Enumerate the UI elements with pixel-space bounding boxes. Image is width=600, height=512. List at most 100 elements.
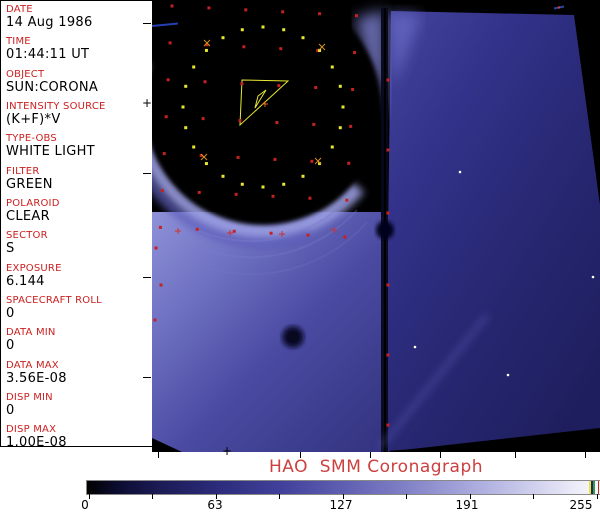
reseau-dot [386, 283, 390, 287]
metadata-field: TYPE-OBS WHITE LIGHT [6, 131, 150, 163]
field-label: DATE [6, 4, 33, 15]
field-label: SPACECRAFT ROLL [6, 295, 102, 307]
field-value: 1.00E-08 [6, 435, 67, 451]
limb-dot [301, 36, 305, 40]
colorbar-tick [279, 494, 280, 499]
reseau-dot [306, 233, 310, 237]
limb-dot [192, 65, 196, 69]
reseau-dot [354, 14, 358, 18]
field-label: EXPOSURE [6, 262, 62, 274]
metadata-field: DATA MAX 3.56E-08 [6, 358, 150, 390]
reseau-dot [201, 117, 205, 121]
reseau-dot [386, 423, 390, 427]
field-label: DISP MIN [6, 392, 53, 404]
reseau-dot [308, 196, 312, 200]
metadata-panel: DATE 14 Aug 1986 TIME 01:44:11 UT OBJECT SUN:… [0, 0, 152, 450]
reseau-dot [203, 80, 207, 84]
sidebar-divider [0, 446, 152, 447]
red-speck-top [557, 6, 561, 9]
bottom-axis-tick [300, 452, 301, 458]
reseau-dot [244, 8, 248, 12]
star-speck [458, 170, 462, 174]
metadata-field: TIME 01:44:11 UT [6, 34, 150, 66]
reseau-dot [240, 82, 244, 86]
limb-dot [282, 28, 286, 32]
limb-dot [338, 126, 342, 130]
reseau-dot [386, 353, 390, 357]
reseau-dot [162, 152, 166, 156]
limb-dot [261, 185, 265, 189]
bottom-axis-tick [515, 452, 516, 458]
metadata-field: DATA MIN 0 [6, 325, 150, 357]
limb-dot [330, 65, 334, 69]
reseau-dot [271, 194, 275, 198]
field-label: FILTER [6, 165, 40, 177]
field-value: 01:44:11 UT [6, 47, 90, 63]
reseau-dot [197, 190, 201, 194]
seam-blob [376, 221, 394, 239]
colorbar-tick [152, 494, 153, 499]
limb-dot [301, 174, 305, 178]
field-label: OBJECT [6, 68, 45, 80]
right-panel [385, 11, 600, 451]
reseau-dot [353, 51, 357, 55]
star-speck [591, 275, 595, 279]
metadata-field: SECTOR S [6, 228, 150, 260]
metadata-field: FILTER GREEN [6, 164, 150, 196]
metadata-fields: DATE 14 Aug 1986 TIME 01:44:11 UT OBJECT SUN:… [6, 2, 150, 455]
reseau-dot [164, 115, 168, 119]
field-value: 0 [6, 338, 15, 354]
reseau-dot [166, 78, 170, 82]
limb-dot [204, 48, 208, 52]
reseau-dot [310, 159, 314, 163]
reseau-dot [242, 45, 246, 49]
reseau-dot [386, 148, 390, 152]
limb-dot [184, 126, 188, 130]
field-value: GREEN [6, 176, 53, 192]
reseau-dot [275, 120, 279, 124]
limb-dot [341, 105, 345, 109]
limb-dot [240, 28, 244, 32]
limb-dot [240, 182, 244, 186]
reseau-dot [314, 86, 318, 90]
coronagraph-render [122, 0, 600, 452]
metadata-field: POLAROID CLEAR [6, 196, 150, 228]
colorbar-tick-label: 0 [81, 498, 89, 512]
colorbar-tick-label: 191 [455, 498, 479, 512]
field-label: TIME [6, 36, 31, 48]
field-value: S [6, 241, 15, 257]
field-value: 6.144 [6, 273, 45, 289]
reseau-dot [273, 157, 277, 161]
reseau-dot [234, 192, 238, 196]
reseau-dot [347, 161, 351, 165]
reseau-dot [232, 229, 236, 233]
field-value: SUN:CORONA [6, 79, 99, 95]
reseau-dot [207, 6, 211, 10]
field-value: 0 [6, 403, 15, 419]
field-label: SECTOR [6, 230, 48, 242]
bottom-axis-tick [440, 452, 441, 458]
dust-blob-core [287, 331, 299, 343]
bottom-axis-plus-mark: + [222, 444, 233, 458]
metadata-field: INTENSITY SOURCE (K+F)*V [6, 99, 150, 131]
reseau-dot [386, 211, 390, 215]
reseau-dot [318, 12, 322, 16]
metadata-field: EXPOSURE 6.144 [6, 261, 150, 293]
colorbar [86, 480, 600, 495]
left-axis-tick [143, 23, 151, 24]
field-label: TYPE-OBS [6, 133, 57, 145]
reseau-dot [153, 318, 157, 322]
app-window: DATE 14 Aug 1986 TIME 01:44:11 UT OBJECT SUN:… [0, 0, 600, 512]
reseau-dot [170, 4, 174, 8]
reseau-dot [269, 231, 273, 235]
metadata-field: OBJECT SUN:CORONA [6, 67, 150, 99]
field-value: 14 Aug 1986 [6, 15, 93, 30]
reseau-dot [158, 225, 162, 229]
colorbar-marker-stripe [593, 481, 595, 494]
star-speck [413, 345, 417, 349]
bottom-axis-tick [585, 452, 586, 458]
limb-dot [204, 162, 208, 166]
bottom-axis-tick [370, 452, 371, 458]
limb-dot [221, 174, 225, 178]
reseau-dot [279, 47, 283, 51]
